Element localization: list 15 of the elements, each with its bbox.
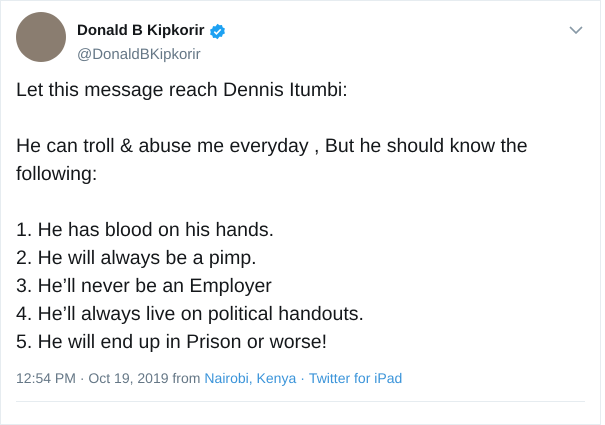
- author-name[interactable]: Donald B Kipkorir: [77, 20, 205, 42]
- avatar[interactable]: [16, 12, 66, 62]
- list-line: 2. He will always be a pimp.: [16, 246, 258, 271]
- list-line: 5. He will end up in Prison or worse!: [16, 330, 328, 355]
- source-link[interactable]: Twitter for iPad: [308, 368, 402, 389]
- tweet-paragraph: Let this message reach Dennis Itumbi:: [16, 78, 349, 103]
- location-link[interactable]: Nairobi, Kenya: [204, 368, 296, 389]
- separator: ·: [300, 369, 305, 388]
- author-handle[interactable]: @DonaldBKipkorir: [77, 44, 569, 66]
- list-line: 4. He’ll always live on political handouts.: [16, 302, 365, 327]
- list-line: 3. He’ll never be an Employer: [16, 274, 273, 299]
- list-line: 1. He has blood on his hands.: [16, 218, 276, 243]
- tweet-timestamp: 12:54 PM · Oct 19, 2019 from: [16, 369, 200, 388]
- tweet-paragraph: He can troll & abuse me everyday , But he should know the following:: [16, 134, 529, 187]
- chevron-down-icon[interactable]: [569, 26, 583, 34]
